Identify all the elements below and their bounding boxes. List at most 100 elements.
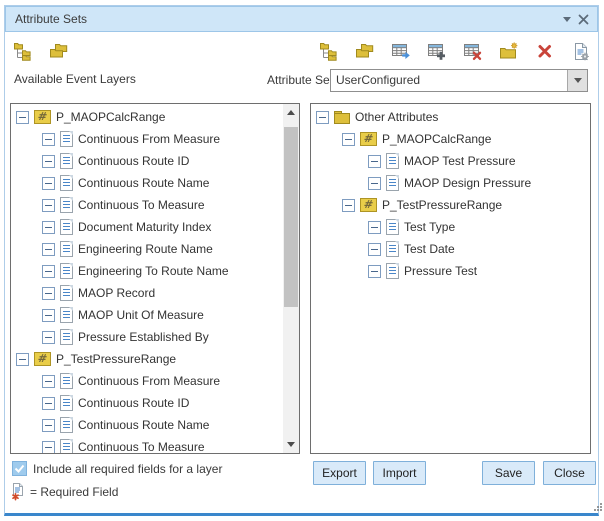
field-icon — [386, 175, 399, 191]
tree-item[interactable]: Continuous From Measure — [11, 370, 283, 392]
collapse-toggle[interactable] — [42, 441, 55, 454]
field-icon — [60, 153, 73, 169]
collapse-arrow-icon[interactable] — [559, 11, 575, 27]
tree-item[interactable]: Engineering To Route Name — [11, 260, 283, 282]
attribute-set-dropdown[interactable]: UserConfigured — [330, 69, 588, 92]
collapse-toggle[interactable] — [368, 265, 381, 278]
resize-grip[interactable] — [592, 502, 603, 516]
open-folder-button[interactable] — [48, 40, 70, 62]
collapse-toggle[interactable] — [42, 243, 55, 256]
collapse-toggle[interactable] — [42, 155, 55, 168]
tree-item[interactable]: P_TestPressureRange — [311, 194, 590, 216]
event-layers-tree-button[interactable] — [318, 40, 340, 62]
tree-item[interactable]: Continuous Route Name — [11, 172, 283, 194]
tree-item[interactable]: Test Type — [311, 216, 590, 238]
collapse-toggle[interactable] — [368, 243, 381, 256]
collapse-toggle[interactable] — [368, 177, 381, 190]
field-icon — [386, 263, 399, 279]
table-remove-button[interactable] — [462, 40, 484, 62]
collapse-toggle[interactable] — [42, 221, 55, 234]
tree-item[interactable]: Engineering Route Name — [11, 238, 283, 260]
close-button[interactable]: Close — [543, 461, 596, 485]
tree-item-label: P_TestPressureRange — [56, 352, 176, 366]
table-add-button[interactable] — [426, 40, 448, 62]
tree-item[interactable]: MAOP Design Pressure — [311, 172, 590, 194]
layer-icon — [34, 352, 51, 366]
chevron-down-icon[interactable] — [567, 70, 587, 91]
collapse-toggle[interactable] — [42, 397, 55, 410]
export-button[interactable]: Export — [313, 461, 366, 485]
collapse-toggle[interactable] — [42, 375, 55, 388]
table-export-button[interactable] — [390, 40, 412, 62]
required-field-legend: = Required Field — [30, 485, 118, 499]
delete-icon — [536, 42, 554, 60]
field-icon — [60, 329, 73, 345]
new-attribute-set-folder-button[interactable] — [498, 40, 520, 62]
field-icon — [60, 131, 73, 147]
report-settings-button[interactable] — [570, 40, 592, 62]
tree-item[interactable]: Continuous Route Name — [11, 414, 283, 436]
collapse-toggle[interactable] — [342, 199, 355, 212]
scrollbar-thumb[interactable] — [284, 127, 298, 307]
tree-item[interactable]: Continuous Route ID — [11, 150, 283, 172]
tree-item[interactable]: Continuous From Measure — [11, 128, 283, 150]
tree-item[interactable]: Continuous To Measure — [11, 194, 283, 216]
delete-button[interactable] — [534, 40, 556, 62]
tree-item[interactable]: P_MAOPCalcRange — [311, 128, 590, 150]
attribute-set-panel: Other Attributes P_MAOPCalcRange MAOP Te… — [310, 103, 591, 454]
save-button[interactable]: Save — [482, 461, 535, 485]
tree-item[interactable]: Other Attributes — [311, 106, 590, 128]
include-required-label: Include all required fields for a layer — [33, 462, 222, 476]
collapse-toggle[interactable] — [316, 111, 329, 124]
field-icon — [386, 153, 399, 169]
title-bar[interactable]: Attribute Sets — [5, 6, 598, 32]
required-field-icon — [11, 482, 25, 504]
tree-item[interactable]: MAOP Unit Of Measure — [11, 304, 283, 326]
available-event-layers-label: Available Event Layers — [14, 72, 136, 86]
attribute-set-tree: Other Attributes P_MAOPCalcRange MAOP Te… — [311, 106, 590, 453]
tree-item[interactable]: Test Date — [311, 238, 590, 260]
tree-item[interactable]: P_TestPressureRange — [11, 348, 283, 370]
tree-item[interactable]: Pressure Test — [311, 260, 590, 282]
tree-item-label: MAOP Design Pressure — [404, 176, 531, 190]
collapse-toggle[interactable] — [42, 199, 55, 212]
import-button[interactable]: Import — [373, 461, 426, 485]
collapse-toggle[interactable] — [42, 309, 55, 322]
toolbar-right — [318, 40, 592, 62]
field-icon — [60, 373, 73, 389]
collapse-toggle[interactable] — [342, 133, 355, 146]
collapse-toggle[interactable] — [42, 287, 55, 300]
table-export-icon — [391, 42, 411, 61]
collapse-toggle[interactable] — [16, 353, 29, 366]
collapse-toggle[interactable] — [16, 111, 29, 124]
event-layers-tree-button[interactable] — [12, 40, 34, 62]
checkmark-icon — [14, 464, 25, 473]
scroll-down-icon[interactable] — [283, 436, 299, 453]
collapse-toggle[interactable] — [42, 419, 55, 432]
collapse-toggle[interactable] — [42, 133, 55, 146]
tree-item[interactable]: Continuous To Measure — [11, 436, 283, 453]
attribute-sets-dialog: Attribute Sets — [0, 0, 604, 521]
collapse-toggle[interactable] — [42, 177, 55, 190]
tree-item-label: Other Attributes — [355, 110, 438, 124]
open-folder-icon — [49, 41, 69, 61]
close-icon[interactable] — [575, 11, 591, 27]
include-required-checkbox[interactable] — [12, 461, 27, 476]
vertical-scrollbar[interactable] — [283, 104, 299, 453]
tree-item[interactable]: MAOP Record — [11, 282, 283, 304]
collapse-toggle[interactable] — [42, 265, 55, 278]
tree-item[interactable]: P_MAOPCalcRange — [11, 106, 283, 128]
collapse-toggle[interactable] — [368, 221, 381, 234]
event-layers-tree-icon — [319, 41, 339, 61]
field-icon — [386, 219, 399, 235]
tree-item[interactable]: Pressure Established By — [11, 326, 283, 348]
tree-item-label: Continuous From Measure — [78, 374, 220, 388]
collapse-toggle[interactable] — [42, 331, 55, 344]
scroll-up-icon[interactable] — [283, 104, 299, 121]
tree-item[interactable]: Document Maturity Index — [11, 216, 283, 238]
tree-item[interactable]: Continuous Route ID — [11, 392, 283, 414]
tree-item[interactable]: MAOP Test Pressure — [311, 150, 590, 172]
window-title: Attribute Sets — [6, 12, 559, 26]
open-folder-button[interactable] — [354, 40, 376, 62]
collapse-toggle[interactable] — [368, 155, 381, 168]
